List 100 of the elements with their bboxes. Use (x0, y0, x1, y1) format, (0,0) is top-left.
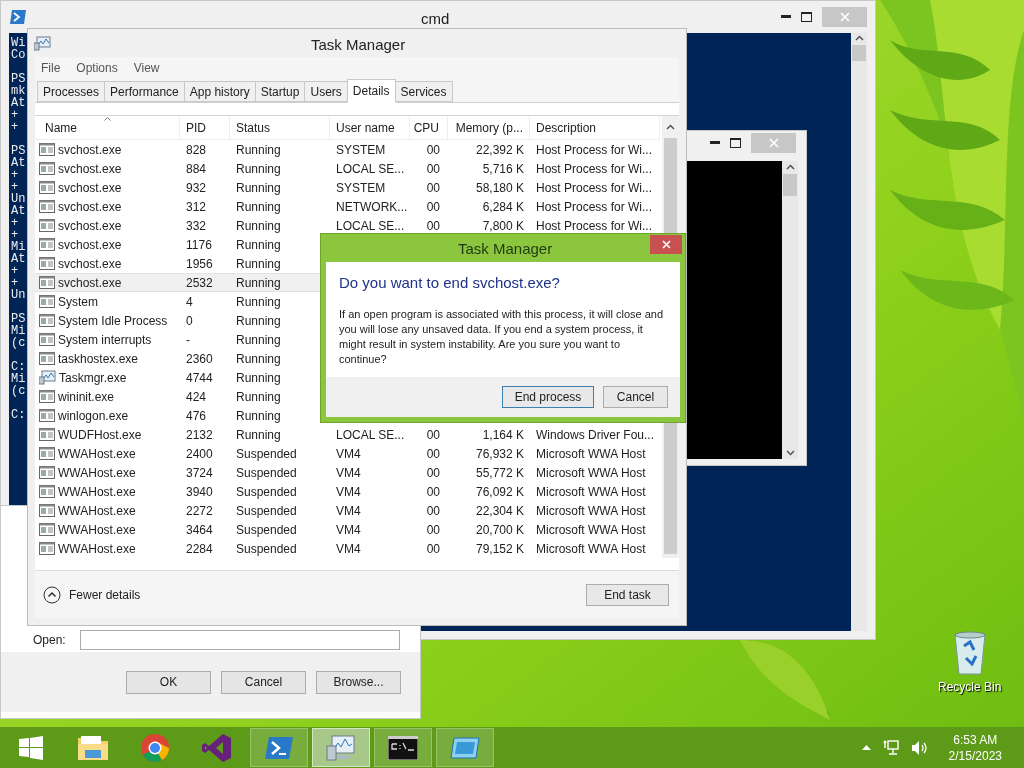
table-cell-text: WWAHost.exe (58, 540, 136, 558)
table-cell-text: 00 (426, 521, 440, 539)
console-line: Mi (11, 325, 26, 337)
console-line: (c (11, 385, 26, 397)
table-cell-text: 932 (186, 179, 207, 197)
table-cell-text: 00 (426, 160, 440, 178)
table-cell-text: Host Process for Wi... (536, 198, 653, 216)
table-cell-text: Running (236, 407, 281, 425)
table-cell-text: Running (236, 388, 281, 406)
table-cell-text: 1,164 K (482, 426, 524, 444)
table-cell-text: 476 (186, 407, 207, 425)
table-cell-text: 00 (426, 426, 440, 444)
console-line: + (11, 265, 19, 277)
console-line: + (11, 217, 19, 229)
table-cell-text: Host Process for Wi... (536, 179, 653, 197)
table-cell-text: 2360 (186, 350, 213, 368)
table-cell-text: 0 (186, 312, 193, 330)
table-cell-text: Running (236, 293, 281, 311)
table-cell-text: LOCAL SE... (336, 160, 405, 178)
table-cell-text: svchost.exe (58, 179, 122, 197)
table-cell-text: VM4 (336, 502, 361, 520)
table-cell-text: 2132 (186, 426, 213, 444)
table-cell-text: Running (236, 217, 281, 235)
table-cell-text: 2272 (186, 502, 213, 520)
table-cell-text: 884 (186, 160, 207, 178)
table-cell-text: Taskmgr.exe (59, 369, 127, 387)
table-cell-text: Host Process for Wi... (536, 141, 653, 159)
table-cell-text: 22,304 K (475, 502, 524, 520)
table-cell-text: 76,932 K (475, 445, 524, 463)
dialog-message: If an open program is associated with this process, it will close and you will lose any unsaved data. If you end a system process, it might result in system instability. Are you sure you want to continue? (339, 306, 665, 367)
console-line: At (11, 205, 26, 217)
table-cell-text: Running (236, 198, 281, 216)
table-cell-text: 5,716 K (482, 160, 524, 178)
table-cell-text: Microsoft WWA Host (536, 464, 646, 482)
table-cell-text: WWAHost.exe (58, 502, 136, 520)
table-cell-text: Host Process for Wi... (536, 217, 653, 235)
console-line: + (11, 229, 19, 241)
console-line: PS (11, 73, 26, 85)
table-cell-text: 00 (426, 445, 440, 463)
console-line: Mi (11, 373, 26, 385)
table-cell-text: SYSTEM (336, 179, 386, 197)
table-cell-text: Suspended (236, 464, 297, 482)
window-title: cmd (421, 9, 450, 29)
table-cell-text: svchost.exe (58, 274, 122, 292)
table-cell-text: 1176 (186, 236, 212, 254)
console-line: + (11, 277, 19, 289)
table-cell-text: 3464 (186, 521, 213, 539)
table-cell-text: Running (236, 236, 281, 254)
table-cell-text: 4744 (186, 369, 213, 387)
table-cell-text: 7,800 K (482, 217, 524, 235)
console-line: C: (11, 409, 26, 421)
clock-date: 2/15/2023 (948, 747, 1002, 764)
table-cell-text: VM4 (336, 521, 361, 539)
table-cell-text: 22,392 K (475, 141, 524, 159)
table-cell-text: 424 (186, 388, 207, 406)
table-cell-text: svchost.exe (58, 217, 122, 235)
console-line: PS (11, 313, 26, 325)
table-cell-text: Microsoft WWA Host (536, 521, 646, 539)
table-cell-text: WWAHost.exe (58, 464, 136, 482)
table-cell-text: System Idle Process (58, 312, 168, 330)
dialog-heading: Do you want to end svchost.exe? (339, 273, 561, 293)
table-cell-text: 00 (426, 483, 440, 501)
table-cell-text: 1956 (186, 255, 213, 273)
table-cell-text: winlogon.exe (58, 407, 129, 425)
table-cell-text: Microsoft WWA Host (536, 540, 646, 558)
table-cell-text: Running (236, 160, 281, 178)
console-line: + (11, 121, 19, 133)
table-cell-text: 2400 (186, 445, 213, 463)
console-line: Co (11, 49, 26, 61)
table-cell-text: 2532 (186, 274, 213, 292)
console-line: Mi (11, 241, 26, 253)
console-line: Un (11, 193, 26, 205)
table-cell-text: 79,152 K (475, 540, 524, 558)
table-cell-text: NETWORK... (336, 198, 408, 216)
console-line: At (11, 97, 26, 109)
table-cell-text: 332 (186, 217, 207, 235)
table-cell-text: 828 (186, 141, 207, 159)
table-cell-text: 76,092 K (475, 483, 524, 501)
table-cell-text: Running (236, 369, 281, 387)
table-cell-text: svchost.exe (58, 141, 122, 159)
console-line: At (11, 253, 26, 265)
table-cell-text: Running (236, 312, 281, 330)
table-cell-text: 00 (426, 141, 440, 159)
table-cell-text: wininit.exe (58, 388, 115, 406)
table-cell-text: System (58, 293, 98, 311)
table-cell-text: Microsoft WWA Host (536, 483, 646, 501)
table-cell-text: 4 (186, 293, 193, 311)
table-cell-text: 00 (426, 540, 440, 558)
console-line: + (11, 181, 19, 193)
table-cell-text: VM4 (336, 445, 361, 463)
console-line: PS (11, 145, 26, 157)
table-cell-text: WUDFHost.exe (58, 426, 142, 444)
table-cell-text: svchost.exe (58, 236, 122, 254)
table-cell-text: Running (236, 274, 281, 292)
table-cell-text: 58,180 K (475, 179, 524, 197)
dialog-title: Task Manager (458, 239, 553, 259)
table-cell-text: WWAHost.exe (58, 445, 136, 463)
table-cell-text: svchost.exe (58, 255, 122, 273)
table-cell-text: Running (236, 331, 281, 349)
table-cell-text: svchost.exe (58, 160, 122, 178)
